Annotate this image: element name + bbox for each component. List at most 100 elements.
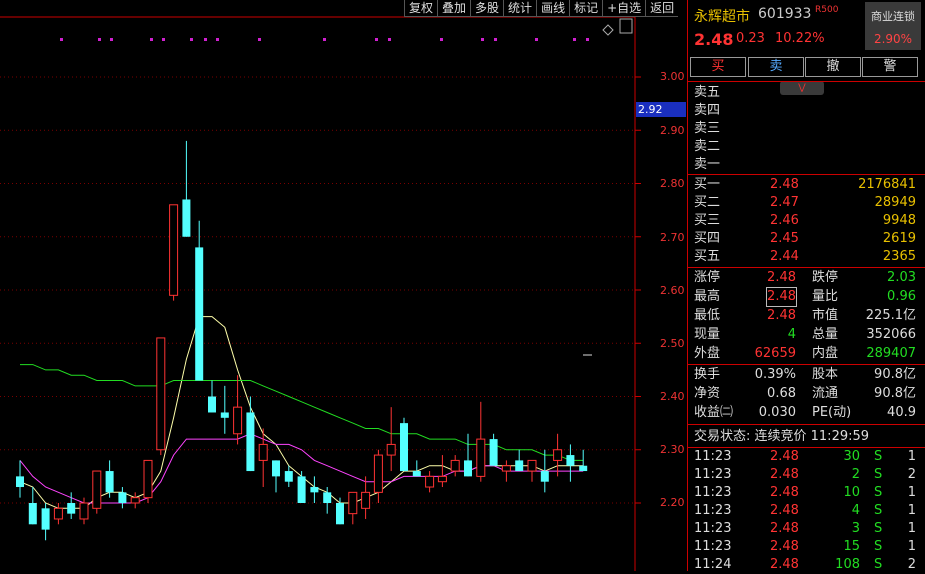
toolbar-fuquan-button[interactable]: 复权 xyxy=(404,0,438,17)
candle-body xyxy=(437,475,447,483)
candle-body xyxy=(373,454,383,493)
toolbar-add-watch-button[interactable]: +自选 xyxy=(602,0,646,17)
candle-body xyxy=(272,460,280,477)
toolbar-back-button[interactable]: 返回 xyxy=(645,0,679,17)
y-tick-label: 2.90 xyxy=(660,124,685,137)
divider xyxy=(688,424,925,425)
candle-body xyxy=(553,449,563,461)
stat-row: 净资 0.68 流通 90.8亿 xyxy=(694,386,916,401)
signal-marker xyxy=(98,38,101,41)
signal-marker xyxy=(323,38,326,41)
bid-row: 买一 2.48 2176841 xyxy=(694,177,916,192)
signal-marker xyxy=(481,38,484,41)
y-tick-label: 2.80 xyxy=(660,177,685,190)
signal-marker xyxy=(162,38,165,41)
y-tick-label: 2.70 xyxy=(660,231,685,244)
candle-body xyxy=(130,497,140,504)
toolbar-overlay-button[interactable]: 叠加 xyxy=(437,0,471,17)
candle-body xyxy=(143,459,153,499)
candle-body xyxy=(28,503,37,525)
candle-body xyxy=(297,476,306,503)
signal-marker xyxy=(110,38,113,41)
y-tick-label: 2.50 xyxy=(660,337,685,350)
toolbar-draw-button[interactable]: 画线 xyxy=(536,0,570,17)
toolbar-multi-stock-button[interactable]: 多股 xyxy=(470,0,504,17)
bid-row: 买五 2.44 2365 xyxy=(694,249,916,264)
tick-row: 11:23 2.48 10 S 1 xyxy=(694,485,916,500)
candle-body xyxy=(67,503,76,514)
candle-body xyxy=(400,423,408,472)
candle-body xyxy=(476,438,486,477)
candle-body xyxy=(169,204,179,296)
candle-body xyxy=(464,460,472,477)
candle-body xyxy=(118,492,127,503)
buy-button[interactable]: 买 xyxy=(690,57,746,77)
bid-row: 买三 2.46 9948 xyxy=(694,213,916,228)
ask-row: 卖二 xyxy=(694,139,721,154)
chart-toolbar: 复权 叠加 多股 统计 画线 标记 +自选 返回 xyxy=(404,0,679,17)
candle-body xyxy=(412,471,421,477)
y-tick-label: 2.30 xyxy=(660,443,685,456)
moving-average-line xyxy=(20,364,584,461)
candle-body xyxy=(105,471,114,493)
candle-body xyxy=(92,470,102,509)
sector-change: 2.90% xyxy=(873,32,913,46)
trade-status: 交易状态: 连续竞价 11:29:59 xyxy=(694,429,870,444)
ask-row: 卖四 xyxy=(694,103,721,118)
last-price: 2.48 xyxy=(694,30,734,49)
alert-button[interactable]: 警 xyxy=(862,57,918,77)
kline-chart[interactable] xyxy=(0,0,687,571)
candle-body xyxy=(233,406,243,435)
signal-marker xyxy=(440,38,443,41)
crosshair-price-tag: 2.92 xyxy=(636,102,686,117)
stat-row: 收益㈡ 0.030 PE(动) 40.9 xyxy=(694,405,916,420)
candle-body xyxy=(501,465,511,472)
candle-body xyxy=(515,460,524,472)
sector-box[interactable]: 商业连锁 2.90% xyxy=(865,2,921,50)
signal-marker xyxy=(190,38,193,41)
candle-body xyxy=(566,455,575,466)
candle-body xyxy=(386,443,396,456)
candle-body xyxy=(540,471,549,482)
candle-body xyxy=(53,507,63,520)
candle-body xyxy=(450,459,460,472)
divider xyxy=(688,364,925,365)
bid-row: 买四 2.45 2619 xyxy=(694,231,916,246)
toolbar-mark-button[interactable]: 标记 xyxy=(569,0,603,17)
candle-body xyxy=(489,439,498,466)
candle-body xyxy=(41,508,50,530)
stat-row: 换手 0.39% 股本 90.8亿 xyxy=(694,367,916,382)
candle-body xyxy=(182,199,191,237)
signal-marker xyxy=(60,38,63,41)
candle-body xyxy=(323,492,332,503)
sell-button[interactable]: 卖 xyxy=(748,57,804,77)
candle-body xyxy=(361,491,371,509)
ask-row: 卖一 xyxy=(694,157,721,172)
ask-row: 卖五 xyxy=(694,85,721,100)
price-change: 0.23 xyxy=(736,31,765,46)
cancel-order-button[interactable]: 撤 xyxy=(805,57,861,77)
signal-marker xyxy=(258,38,261,41)
bid-row: 买二 2.47 28949 xyxy=(694,195,916,210)
stat-row: 现量 4 总量 352066 xyxy=(694,327,916,342)
stock-code: 601933 xyxy=(758,6,812,22)
toolbar-stats-button[interactable]: 统计 xyxy=(503,0,537,17)
candle-body xyxy=(310,487,319,493)
candle-body xyxy=(336,503,344,525)
signal-marker xyxy=(494,38,497,41)
signal-marker xyxy=(375,38,378,41)
candle-body xyxy=(425,475,435,488)
candle-body xyxy=(220,412,229,418)
candle-body xyxy=(258,443,268,461)
y-tick-label: 2.20 xyxy=(660,496,685,509)
tick-row: 11:23 2.48 15 S 1 xyxy=(694,539,916,554)
sector-name: 商业连锁 xyxy=(871,10,915,23)
stat-row: 外盘 62659 内盘 289407 xyxy=(694,346,916,361)
candle-body xyxy=(156,337,166,451)
divider xyxy=(688,174,925,175)
r500-badge: R500 xyxy=(815,5,839,15)
y-tick-label: 3.00 xyxy=(660,70,685,83)
signal-marker xyxy=(216,38,219,41)
tick-row: 11:23 2.48 3 S 1 xyxy=(694,521,916,536)
tick-row: 11:24 2.48 108 S 2 xyxy=(694,557,916,572)
